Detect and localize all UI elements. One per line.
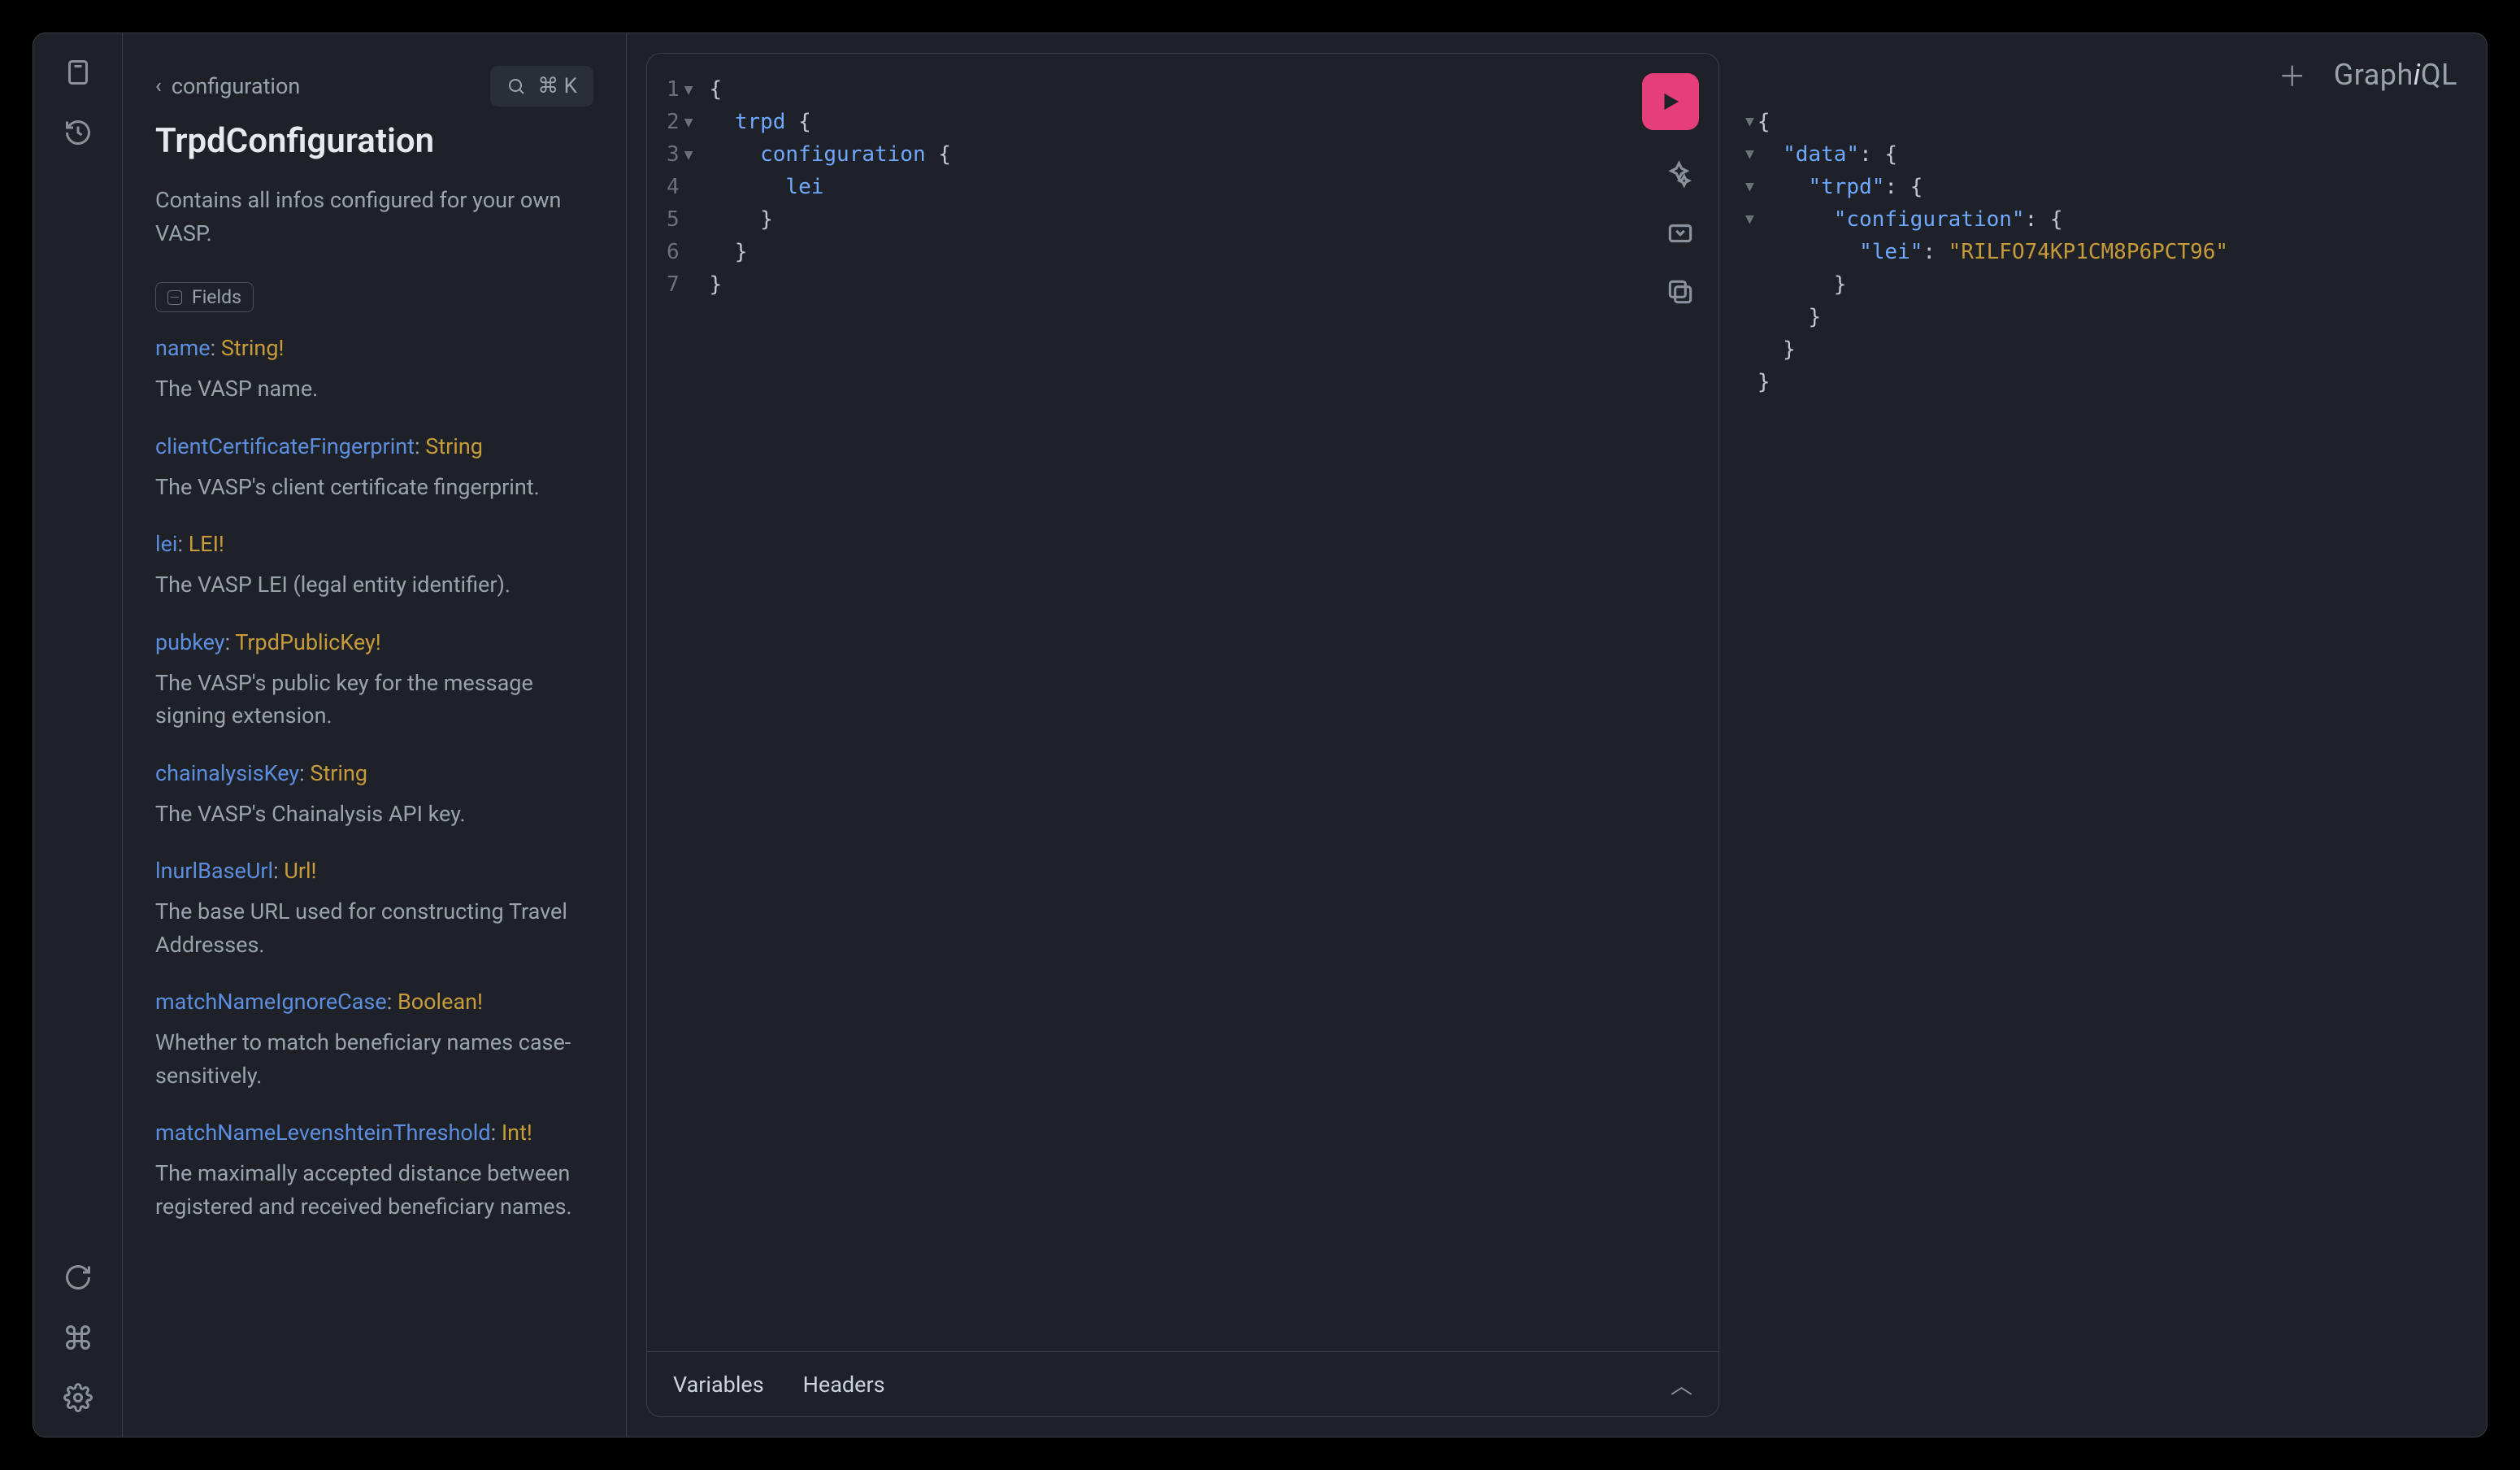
execute-button[interactable]: [1642, 73, 1699, 130]
field-item: matchNameLevenshteinThreshold: Int! The m…: [155, 1120, 593, 1223]
page-title: TrpdConfiguration: [155, 121, 593, 161]
field-item: pubkey: TrpdPublicKey! The VASP's public …: [155, 629, 593, 733]
response-column: ＋ GraphiQL { "data": { "trpd": { "config…: [1739, 33, 2487, 1437]
add-tab-button[interactable]: ＋: [2279, 54, 2306, 94]
history-icon[interactable]: [63, 118, 93, 147]
field-name[interactable]: matchNameIgnoreCase: [155, 989, 387, 1015]
collapse-icon: [167, 290, 182, 305]
fields-toggle[interactable]: Fields: [155, 282, 254, 312]
field-name[interactable]: chainalysisKey: [155, 760, 299, 786]
settings-icon[interactable]: [63, 1383, 93, 1412]
field-name[interactable]: lei: [155, 531, 177, 557]
response-viewer[interactable]: { "data": { "trpd": { "configuration": {…: [1739, 102, 2487, 1437]
field-description: The VASP's public key for the message si…: [155, 667, 593, 733]
field-type[interactable]: String: [425, 433, 483, 459]
field-item: lnurlBaseUrl: Url! The base URL used for …: [155, 858, 593, 961]
field-signature[interactable]: matchNameIgnoreCase: Boolean!: [155, 989, 593, 1015]
field-item: lei: LEI! The VASP LEI (legal entity iden…: [155, 531, 593, 602]
refresh-icon[interactable]: [63, 1263, 93, 1292]
editor-toolbar: [1665, 159, 1696, 307]
field-item: matchNameIgnoreCase: Boolean! Whether to …: [155, 989, 593, 1092]
query-column: 1▼2▼3▼4▼5▼6▼7▼ { trpd { configuration { …: [627, 33, 1739, 1437]
tab-headers[interactable]: Headers: [803, 1372, 885, 1398]
app-frame: ‹ configuration ⌘ K TrpdConfiguration Co…: [33, 33, 2487, 1437]
field-signature[interactable]: clientCertificateFingerprint: String: [155, 433, 593, 459]
field-description: The maximally accepted distance between …: [155, 1157, 593, 1223]
field-type[interactable]: LEI!: [189, 531, 224, 557]
response-code: { "data": { "trpd": { "configuration": {…: [1757, 106, 2228, 1437]
merge-icon[interactable]: [1665, 218, 1696, 249]
field-signature[interactable]: name: String!: [155, 335, 593, 361]
field-signature[interactable]: pubkey: TrpdPublicKey!: [155, 629, 593, 655]
field-signature[interactable]: matchNameLevenshteinThreshold: Int!: [155, 1120, 593, 1146]
type-summary: Contains all infos configured for your o…: [155, 184, 593, 250]
breadcrumb[interactable]: ‹ configuration: [155, 73, 300, 99]
docs-panel: ‹ configuration ⌘ K TrpdConfiguration Co…: [123, 33, 627, 1437]
field-signature[interactable]: lei: LEI!: [155, 531, 593, 557]
query-editor[interactable]: 1▼2▼3▼4▼5▼6▼7▼ { trpd { configuration { …: [647, 54, 1718, 1351]
field-description: Whether to match beneficiary names case-…: [155, 1026, 593, 1092]
fields-label: Fields: [192, 286, 241, 308]
field-name[interactable]: lnurlBaseUrl: [155, 858, 273, 884]
field-signature[interactable]: lnurlBaseUrl: Url!: [155, 858, 593, 884]
graphiql-logo: GraphiQL: [2334, 58, 2457, 92]
field-description: The base URL used for constructing Trave…: [155, 895, 593, 961]
field-description: The VASP's Chainalysis API key.: [155, 798, 593, 831]
chevron-left-icon: ‹: [155, 74, 162, 98]
field-type[interactable]: Int!: [502, 1120, 532, 1146]
field-item: chainalysisKey: String The VASP's Chainal…: [155, 760, 593, 831]
field-item: name: String! The VASP name.: [155, 335, 593, 406]
chevron-up-icon[interactable]: ︿: [1671, 1368, 1692, 1400]
field-item: clientCertificateFingerprint: String The …: [155, 433, 593, 504]
response-gutter: [1745, 106, 1757, 1437]
field-signature[interactable]: chainalysisKey: String: [155, 760, 593, 786]
field-type[interactable]: Url!: [284, 858, 316, 884]
field-name[interactable]: pubkey: [155, 629, 225, 655]
sidebar-rail: [33, 33, 123, 1437]
keyboard-shortcuts-icon[interactable]: [63, 1323, 93, 1352]
field-description: The VASP name.: [155, 372, 593, 406]
search-button[interactable]: ⌘ K: [490, 66, 593, 107]
field-name[interactable]: name: [155, 335, 211, 361]
field-name[interactable]: clientCertificateFingerprint: [155, 433, 415, 459]
prettify-icon[interactable]: [1665, 159, 1696, 190]
search-shortcut: ⌘ K: [537, 74, 577, 98]
tab-variables[interactable]: Variables: [673, 1372, 764, 1398]
fields-list: name: String! The VASP name. clientCertifi…: [155, 335, 593, 1223]
field-description: The VASP's client certificate fingerprin…: [155, 471, 593, 504]
field-name[interactable]: matchNameLevenshteinThreshold: [155, 1120, 491, 1146]
field-type[interactable]: TrpdPublicKey!: [235, 629, 380, 655]
query-code[interactable]: { trpd { configuration { lei } }}: [702, 54, 951, 1351]
docs-icon[interactable]: [63, 58, 93, 87]
field-description: The VASP LEI (legal entity identifier).: [155, 568, 593, 602]
field-type[interactable]: String!: [221, 335, 285, 361]
query-editor-card: 1▼2▼3▼4▼5▼6▼7▼ { trpd { configuration { …: [646, 53, 1719, 1417]
line-gutter: 1▼2▼3▼4▼5▼6▼7▼: [647, 54, 702, 1351]
copy-icon[interactable]: [1665, 276, 1696, 307]
breadcrumb-label: configuration: [172, 73, 300, 99]
field-type[interactable]: Boolean!: [398, 989, 483, 1015]
field-type[interactable]: String: [310, 760, 367, 786]
editor-footer: Variables Headers ︿: [647, 1351, 1718, 1416]
